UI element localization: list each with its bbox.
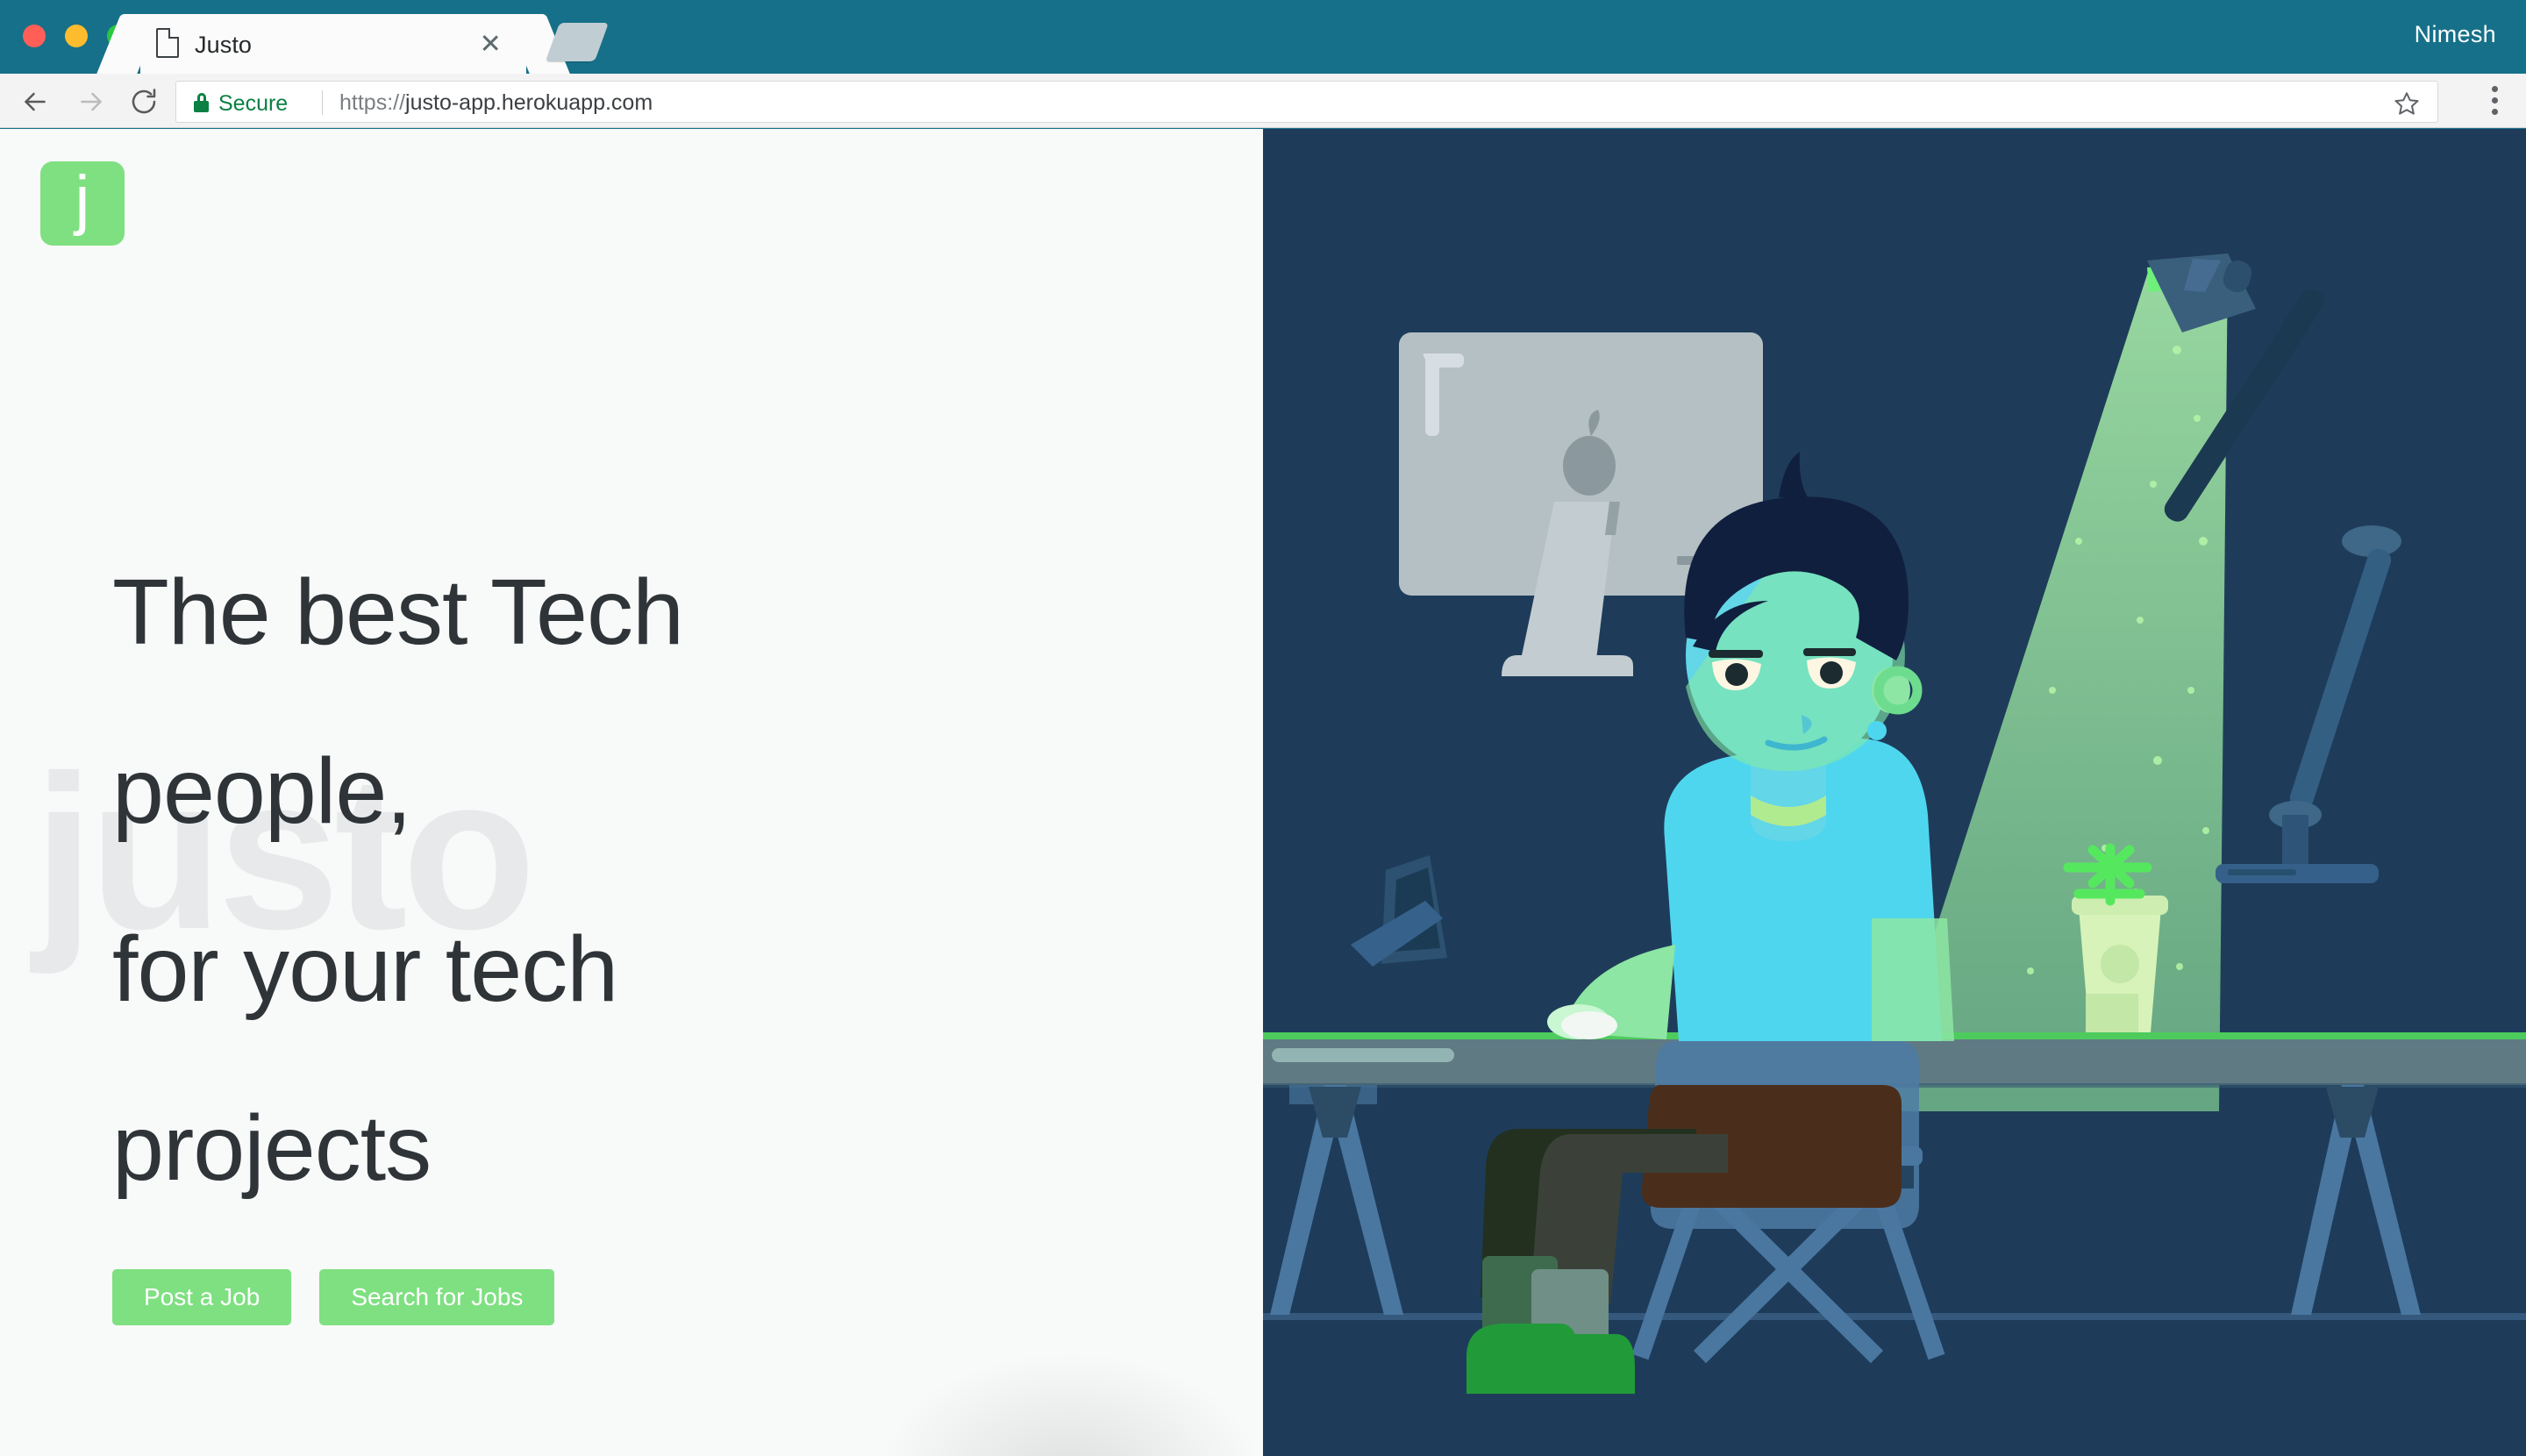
hero-illustration [1263,129,2526,1456]
logo-letter: j [75,162,90,237]
illustration-svg [1263,129,2526,1456]
heading-line-4: projects [112,1096,432,1200]
mouse [1561,1011,1617,1039]
back-icon[interactable] [19,86,51,118]
url-host: justo-app.herokuapp.com [405,90,653,115]
new-tab-button[interactable] [545,23,610,61]
close-tab-icon[interactable] [477,30,503,56]
address-bar[interactable]: Secure https://justo-app.herokuapp.com [175,81,2438,123]
security-status-label: Secure [218,91,289,116]
page-icon [156,28,179,58]
url-scheme: https:// [339,90,406,115]
page-title: The best Tech people, for your tech proj… [112,524,1165,1238]
search-for-jobs-button[interactable]: Search for Jobs [319,1269,555,1325]
close-window-button[interactable] [23,25,46,47]
justo-logo[interactable]: j [40,161,125,246]
browser-toolbar: Secure https://justo-app.herokuapp.com [0,74,2526,128]
omnibox-divider [322,90,323,115]
browser-window: Justo Nimesh Secure https://justo-app.he… [0,0,2526,1456]
hero-cta-group: Post a Job Search for Jobs [112,1269,555,1325]
minimize-window-button[interactable] [65,25,88,47]
tab-title: Justo [195,32,253,58]
heading-line-2: people, [112,739,412,843]
browser-tab-strip: Justo Nimesh [0,0,2526,74]
hero-bottom-shadow [877,1351,1263,1456]
heading-line-3: for your tech [112,917,618,1022]
url-text: https://justo-app.herokuapp.com [339,90,653,116]
hero-panel: j justo The best Tech people, for your t… [0,129,1263,1456]
post-a-job-button[interactable]: Post a Job [112,1269,292,1325]
profile-name-label[interactable]: Nimesh [2415,21,2496,48]
lock-icon [194,93,209,112]
page-viewport: j justo The best Tech people, for your t… [0,129,2526,1456]
browser-menu-icon[interactable] [2482,84,2508,118]
floor-line [1263,1313,2526,1320]
bookmark-star-icon[interactable] [2394,90,2420,117]
browser-tab-justo[interactable]: Justo [140,14,526,74]
heading-line-1: The best Tech [112,560,684,664]
reload-icon[interactable] [128,86,160,118]
forward-icon[interactable] [75,86,107,118]
